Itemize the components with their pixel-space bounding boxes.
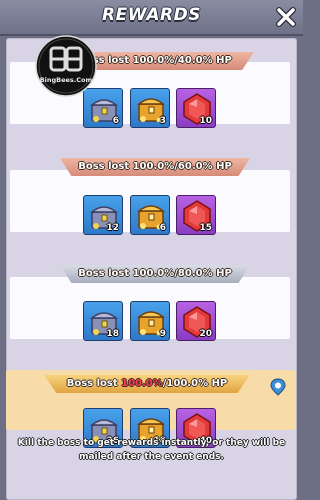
reward-item-tile[interactable]: 12 <box>83 195 123 235</box>
watermark-logo: BingBees.Com <box>34 34 98 98</box>
reward-item-tile[interactable]: 18 <box>83 301 123 341</box>
reward-count: 6 <box>159 223 166 233</box>
header-bar: REWARDS <box>0 0 303 36</box>
tier-banner: Boss lost 100.0%/100.0% HP <box>44 375 250 393</box>
reward-count: 10 <box>199 116 212 126</box>
reward-item-tile[interactable]: 6 <box>130 195 170 235</box>
reward-count: 6 <box>112 116 119 126</box>
reward-item-tile[interactable]: 10 <box>176 88 216 128</box>
reward-item-tile[interactable]: 20 <box>176 301 216 341</box>
page-title: REWARDS <box>102 5 201 25</box>
tier-banner: Boss lost 100.0%/80.0% HP <box>60 265 250 283</box>
reward-count: 9 <box>159 329 166 339</box>
location-pin-icon[interactable] <box>270 378 286 396</box>
reward-count: 15 <box>199 223 212 233</box>
close-button[interactable] <box>275 6 297 28</box>
reward-count: 18 <box>106 329 119 339</box>
tier-banner: Boss lost 100.0%/60.0% HP <box>60 158 250 176</box>
reward-count: 3 <box>159 116 166 126</box>
footer-note: Kill the boss to get rewards instantly, … <box>17 438 286 462</box>
reward-count: 20 <box>199 329 212 339</box>
reward-item-tile[interactable]: 9 <box>130 301 170 341</box>
reward-item-tile[interactable]: 15 <box>176 195 216 235</box>
reward-item-tile[interactable]: 3 <box>130 88 170 128</box>
svg-text:BingBees.Com: BingBees.Com <box>40 76 93 84</box>
reward-count: 12 <box>106 223 119 233</box>
close-icon[interactable] <box>275 6 297 28</box>
